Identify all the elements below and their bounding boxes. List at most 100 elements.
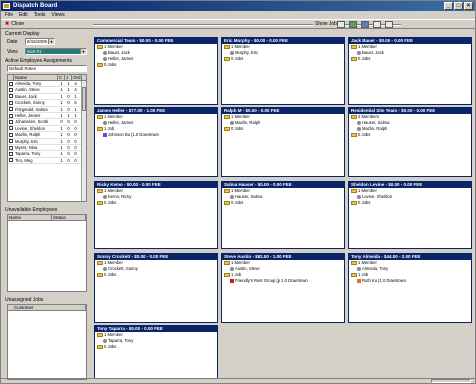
team-card[interactable]: Steve Austin - $82.50 - 1.00 FEE 1 Member… xyxy=(221,253,345,323)
team-card-line-text: Hauser, Salma xyxy=(362,120,390,125)
team-card[interactable]: Tony Almeida - $44.00 - 2.00 FEE 1 Member… xyxy=(348,253,472,323)
team-card-line-text: 1 Job xyxy=(358,272,369,277)
employee-ord: 0 xyxy=(74,119,77,125)
employee-grid: Name C J Ord Almeida, Tony 1 1 4 Austin, Ste… xyxy=(7,74,87,202)
folder-icon xyxy=(351,114,357,119)
employee-name: Austin, Steve xyxy=(15,87,40,93)
team-card-line[interactable]: 0 Jobs xyxy=(222,200,344,206)
folder-icon xyxy=(97,126,103,131)
team-card-line[interactable]: 0 Jobs xyxy=(222,126,344,132)
col-unavailable-name[interactable]: Name xyxy=(8,215,52,220)
folder-icon xyxy=(97,260,103,265)
date-field[interactable]: 8/15/2006 ▾ xyxy=(25,38,55,45)
team-icon[interactable] xyxy=(361,21,369,28)
person-icon xyxy=(103,120,107,125)
chevron-down-icon[interactable]: ▾ xyxy=(80,49,86,54)
team-card-line-text: Bauer, Jack xyxy=(108,50,130,55)
options-icon[interactable] xyxy=(385,21,393,28)
folder-icon xyxy=(97,62,103,67)
team-card-line[interactable]: Johnson Bu [1.0 Downtown xyxy=(95,132,217,138)
folder-icon xyxy=(351,260,357,265)
window-close-button[interactable]: × xyxy=(464,2,473,10)
employee-name: Crockett, Sonny xyxy=(15,100,45,106)
employee-name: Mazlin, Ralph xyxy=(15,132,41,138)
employee-j: 0 xyxy=(67,119,70,125)
team-card-line-text: Ruth Ku [1.0 Downtown xyxy=(362,278,406,283)
col-unavailable-status[interactable]: Status xyxy=(52,215,86,220)
team-card[interactable]: Tony Taparra - $0.00 - 0.00 FEE 1 Member T… xyxy=(94,325,218,379)
team-card[interactable]: Jack Bauer - $0.00 - 0.00 FEE 1 Member Bau… xyxy=(348,37,472,105)
minimize-button[interactable]: _ xyxy=(444,2,453,10)
employee-name: Tiro, Meg xyxy=(15,157,33,163)
team-card[interactable]: Sheldon Levine - $0.00 - 0.00 FEE 1 Membe… xyxy=(348,181,472,249)
team-card-line[interactable]: Ruth Ku [1.0 Downtown xyxy=(349,278,471,284)
employee-name: Levine, Sheldon xyxy=(15,125,46,131)
folder-icon xyxy=(97,272,103,277)
employee-ord: 0 xyxy=(74,132,77,138)
team-card-line-text: 2 Members xyxy=(358,114,379,119)
team-card[interactable]: Ricky Kemo - $0.00 - 0.00 FEE 1 Member Kem… xyxy=(94,181,218,249)
employee-ord: 0 xyxy=(74,157,77,163)
col-j[interactable]: J xyxy=(65,75,72,80)
team-card[interactable]: Sonny Crockett - $0.00 - 0.00 FEE 1 Membe… xyxy=(94,253,218,323)
chevron-down-icon[interactable]: ▾ xyxy=(48,39,54,44)
team-card-line[interactable]: 0 Jobs xyxy=(222,56,344,62)
team-card-line-text: 1 Member xyxy=(104,44,123,49)
add-job-icon[interactable] xyxy=(349,21,357,28)
refresh-icon[interactable] xyxy=(337,21,345,28)
employee-name: Bauer, Jack xyxy=(15,93,37,99)
team-card-line[interactable]: 0 Jobs xyxy=(349,200,471,206)
team-card-line-text: Taparra, Tony xyxy=(108,338,134,343)
person-icon xyxy=(103,338,107,343)
close-icon: ✖ xyxy=(5,21,10,27)
col-customer[interactable]: Customer xyxy=(8,305,86,310)
status-bar xyxy=(1,378,475,383)
team-card-line-text: Bauer, Jack xyxy=(362,50,384,55)
assignments-select[interactable]: Default Roles xyxy=(7,65,87,72)
employee-j: 1 xyxy=(67,87,70,93)
team-card-line[interactable]: Friendly's Rest Group [p 1.0 Downtown xyxy=(222,278,344,284)
team-card[interactable]: Ralph M - $0.00 - 0.00 FEE 1 Member Mazlin… xyxy=(221,107,345,177)
view-select[interactable]: Sort #1 ▾ xyxy=(25,48,87,55)
team-card-line-text: 1 Member xyxy=(231,114,250,119)
team-card-line-text: 1 Member xyxy=(231,188,250,193)
maximize-button[interactable]: □ xyxy=(454,2,463,10)
team-card-line[interactable]: 0 Jobs xyxy=(95,272,217,278)
person-icon xyxy=(357,126,361,131)
folder-icon xyxy=(224,44,230,49)
menu-file[interactable]: File xyxy=(5,11,13,19)
col-c[interactable]: C xyxy=(58,75,65,80)
menu-views[interactable]: Views xyxy=(51,11,64,19)
employee-j: 0 xyxy=(67,151,70,157)
employee-c: 0 xyxy=(60,119,63,125)
menu-tools[interactable]: Tools xyxy=(34,11,46,19)
employee-scrollbar[interactable] xyxy=(81,81,86,201)
team-card[interactable]: Eric Murphy - $0.00 - 0.00 FEE 1 Member Mu… xyxy=(221,37,345,105)
folder-icon xyxy=(224,126,230,131)
team-card-line-text: 1 Member xyxy=(104,114,123,119)
employee-c: 1 xyxy=(60,132,63,138)
menu-edit[interactable]: Edit xyxy=(19,11,28,19)
team-card-line[interactable]: 0 Jobs xyxy=(95,62,217,68)
unavailable-grid: Name Status xyxy=(7,214,87,292)
team-card-line-text: 1 Member xyxy=(104,332,123,337)
employee-c: 1 xyxy=(60,138,63,144)
team-card[interactable]: James Heller - $77.00 - 1.00 FEE 1 Member… xyxy=(94,107,218,177)
employee-row[interactable]: Tiro, Meg 1 0 0 xyxy=(8,157,86,165)
print-icon[interactable] xyxy=(373,21,381,28)
team-card[interactable]: Commercial Team - $0.00 - 0.00 FEE 1 Memb… xyxy=(94,37,218,105)
employee-j: 0 xyxy=(67,100,70,106)
team-card-line[interactable]: 0 Jobs xyxy=(349,132,471,138)
toolbar-icons xyxy=(337,21,393,28)
team-card[interactable]: Residential Site Team - $0.00 - 0.00 FEE… xyxy=(348,107,472,177)
team-card-line[interactable]: 0 Jobs xyxy=(349,56,471,62)
team-card[interactable]: Salma Hauser - $0.00 - 0.00 FEE 1 Member H… xyxy=(221,181,345,249)
close-button[interactable]: ✖ Close xyxy=(5,21,24,28)
team-card-line-text: 0 Jobs xyxy=(104,200,117,205)
team-card-line[interactable]: 0 Jobs xyxy=(95,344,217,350)
employee-c: 1 xyxy=(60,157,63,163)
col-name[interactable]: Name xyxy=(14,75,58,80)
team-card-line[interactable]: 0 Jobs xyxy=(95,200,217,206)
team-card-line-text: Heller, James xyxy=(108,56,134,61)
col-ord[interactable]: Ord xyxy=(72,75,82,80)
